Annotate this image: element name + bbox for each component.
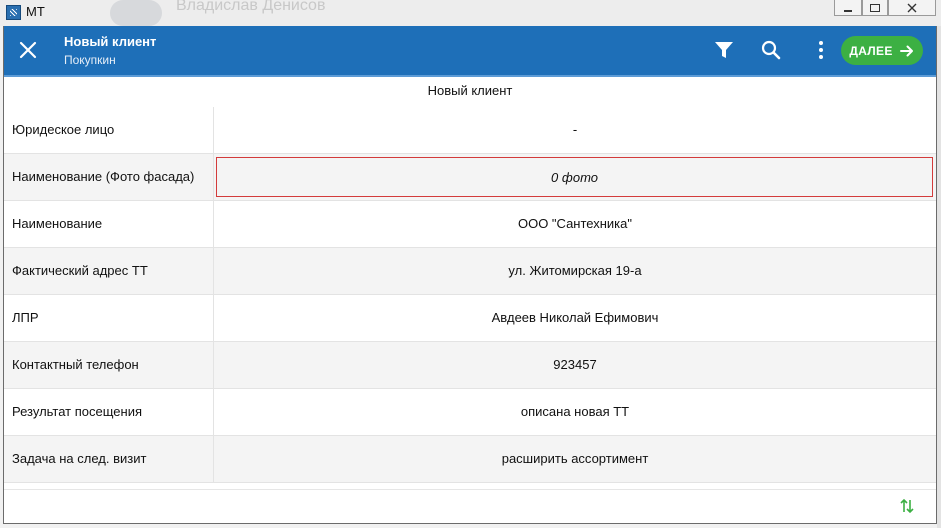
close-icon — [907, 3, 917, 12]
next-visit-task-value[interactable]: расширить ассортимент — [214, 436, 936, 482]
maximize-button[interactable] — [862, 0, 888, 16]
table-row: Фактический адрес ТТ ул. Житомирская 19-… — [4, 248, 936, 295]
row-label: ЛПР — [12, 310, 39, 325]
table-row: Наименование (Фото фасада) 0 фото — [4, 154, 936, 201]
table-row: Результат посещения описана новая ТТ — [4, 389, 936, 436]
phone-value[interactable]: 923457 — [214, 342, 936, 388]
app-bar: Новый клиент Покупкин ДАЛЕЕ — [4, 26, 936, 77]
search-icon[interactable] — [760, 39, 782, 61]
row-label: Результат посещения — [12, 404, 142, 419]
close-icon[interactable] — [18, 40, 38, 60]
app-icon — [6, 5, 21, 20]
next-button[interactable]: ДАЛЕЕ — [841, 36, 923, 65]
section-title: Новый клиент — [427, 83, 513, 98]
background-window-text: Владислав Денисов — [110, 0, 410, 26]
column-divider — [213, 154, 214, 200]
legal-entity-value[interactable]: - — [214, 107, 936, 153]
table-row: Задача на след. визит расширить ассортим… — [4, 436, 936, 483]
name-value[interactable]: ООО "Сантехника" — [214, 201, 936, 247]
client-form-table: Юридеское лицо - Наименование (Фото фаса… — [4, 107, 936, 483]
address-value[interactable]: ул. Житомирская 19-а — [214, 248, 936, 294]
row-label: Фактический адрес ТТ — [12, 263, 148, 278]
row-label: Задача на след. визит — [12, 451, 147, 466]
sort-arrows-icon[interactable] — [898, 497, 916, 515]
next-button-label: ДАЛЕЕ — [849, 43, 893, 58]
table-row: Юридеское лицо - — [4, 107, 936, 154]
visit-result-value[interactable]: описана новая ТТ — [214, 389, 936, 435]
filter-icon[interactable] — [713, 39, 735, 61]
row-label: Наименование (Фото фасада) — [12, 169, 195, 184]
app-window: Новый клиент Покупкин ДАЛЕЕ Новый клиент… — [3, 26, 937, 524]
window-title: МТ — [26, 4, 45, 19]
row-label: Наименование — [12, 216, 103, 231]
row-label: Контактный телефон — [12, 357, 139, 372]
window-close-button[interactable] — [888, 0, 936, 16]
facade-photo-field[interactable]: 0 фото — [216, 157, 933, 197]
window-titlebar: МТ Владислав Денисов — [0, 0, 941, 26]
more-vert-icon[interactable] — [810, 39, 832, 61]
window-border — [937, 26, 941, 528]
arrow-right-icon — [899, 45, 913, 56]
page-title: Новый клиент — [64, 34, 157, 49]
avatar — [110, 0, 162, 26]
table-row: Контактный телефон 923457 — [4, 342, 936, 389]
table-row: ЛПР Авдеев Николай Ефимович — [4, 295, 936, 342]
row-label: Юридеское лицо — [12, 122, 115, 137]
decision-maker-value[interactable]: Авдеев Николай Ефимович — [214, 295, 936, 341]
table-row: Наименование ООО "Сантехника" — [4, 201, 936, 248]
page-subtitle: Покупкин — [64, 53, 116, 67]
minimize-button[interactable] — [834, 0, 862, 16]
footer-divider — [4, 489, 936, 490]
